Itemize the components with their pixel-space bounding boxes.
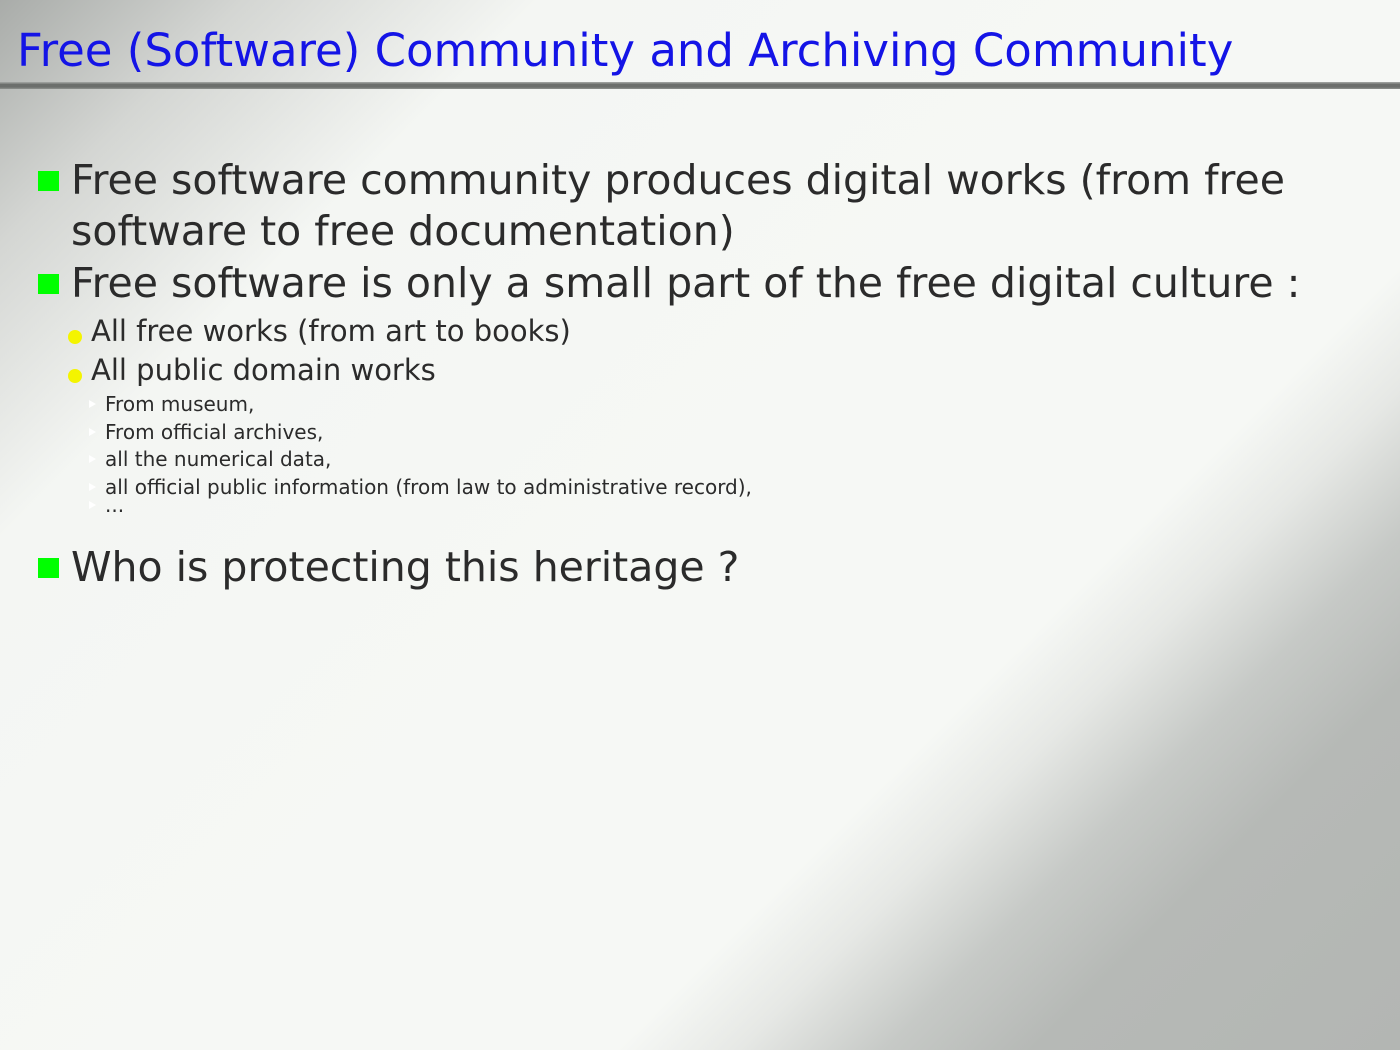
sub-sub-bullet-item: ...	[89, 493, 124, 517]
title-divider	[0, 82, 1400, 89]
bullet-item: Free software is only a small part of th…	[38, 258, 1358, 309]
sub-bullet-text: All public domain works	[91, 353, 436, 387]
bullet-text: Who is protecting this heritage ?	[71, 543, 740, 591]
sub-sub-bullet-text: all official public information (from la…	[105, 475, 752, 499]
bullet-text: Free software is only a small part of th…	[71, 259, 1301, 307]
sub-sub-bullet-text: From official archives,	[105, 420, 324, 444]
sub-sub-bullet-item: all the numerical data,	[89, 447, 331, 471]
sub-sub-bullet-text: ...	[105, 493, 125, 517]
sub-sub-bullet-text: From museum,	[105, 392, 255, 416]
bullet-item: Free software community produces digital…	[38, 155, 1358, 257]
yellow-dot-bullet-icon	[68, 330, 82, 344]
triangle-bullet-icon	[89, 400, 96, 408]
triangle-bullet-icon	[89, 428, 96, 436]
sub-bullet-item: All public domain works	[68, 351, 436, 389]
slide: Free (Software) Community and Archiving …	[0, 0, 1400, 1050]
green-square-bullet-icon	[38, 171, 59, 191]
bullet-item: Who is protecting this heritage ?	[38, 542, 1358, 593]
yellow-dot-bullet-icon	[68, 369, 82, 383]
sub-bullet-text: All free works (from art to books)	[91, 314, 571, 348]
green-square-bullet-icon	[38, 558, 59, 578]
sub-sub-bullet-item: From official archives,	[89, 420, 323, 444]
sub-sub-bullet-item: all official public information (from la…	[89, 475, 752, 499]
sub-bullet-item: All free works (from art to books)	[68, 312, 571, 350]
slide-title: Free (Software) Community and Archiving …	[17, 24, 1234, 77]
triangle-bullet-icon	[89, 455, 96, 463]
triangle-bullet-icon	[89, 501, 96, 509]
sub-sub-bullet-item: From museum,	[89, 392, 254, 416]
sub-sub-bullet-text: all the numerical data,	[105, 447, 332, 471]
triangle-bullet-icon	[89, 483, 96, 491]
green-square-bullet-icon	[38, 274, 59, 294]
bullet-text: Free software community produces digital…	[71, 156, 1285, 255]
